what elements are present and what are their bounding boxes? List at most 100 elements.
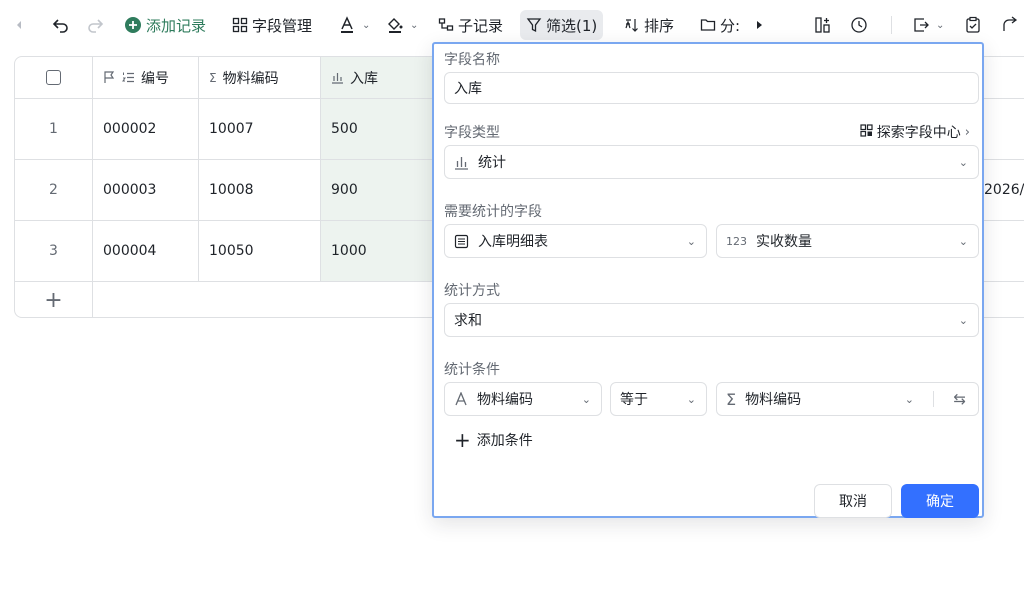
sort-button[interactable]: 排序 <box>624 10 674 40</box>
sub-record-button[interactable]: 子记录 <box>438 10 503 40</box>
flag-icon <box>103 71 116 84</box>
fill-color-button[interactable]: ⌄ <box>386 10 418 40</box>
chevron-down-icon: ⌄ <box>686 392 696 406</box>
chevron-down-icon: ⌄ <box>958 313 968 327</box>
swap-divider <box>933 391 934 407</box>
field-type-select[interactable]: 统计 ⌄ <box>444 145 979 179</box>
share-icon[interactable] <box>1000 10 1018 40</box>
folder-icon <box>700 17 716 33</box>
condition-value-value: 物料编码 <box>745 392 802 408</box>
select-all-checkbox[interactable] <box>46 70 61 85</box>
grid-icon <box>232 17 248 33</box>
chevron-down-icon: ⌄ <box>958 234 968 248</box>
clipboard-icon[interactable] <box>964 10 982 40</box>
apps-icon <box>860 123 873 141</box>
stat-method-label: 统计方式 <box>444 283 500 299</box>
row-index: 2 <box>15 160 93 220</box>
table-icon <box>454 234 469 249</box>
cell-inbound[interactable]: 900 <box>321 160 433 220</box>
export-button[interactable]: ⌄ <box>912 10 944 40</box>
layout-icon[interactable] <box>814 10 832 40</box>
condition-field-select[interactable]: 物料编码 ⌄ <box>444 382 602 416</box>
header-inbound-label: 入库 <box>350 70 378 87</box>
field-name-input[interactable]: 入库 <box>444 72 979 104</box>
paint-bucket-icon <box>386 16 404 34</box>
header-material-code[interactable]: Σ 物料编码 <box>199 57 321 98</box>
header-inbound[interactable]: 入库 <box>321 57 433 98</box>
row-index: 3 <box>15 221 93 281</box>
condition-operator-value: 等于 <box>620 392 648 408</box>
field-settings-panel: 字段名称 入库 字段类型 探索字段中心 › 统计 ⌄ 需要统计的字段 入库明细表… <box>432 42 984 518</box>
sigma-icon: Σ <box>209 70 217 85</box>
cell-inbound[interactable]: 1000 <box>321 221 433 281</box>
filter-icon <box>526 17 542 33</box>
sub-record-label: 子记录 <box>458 16 504 35</box>
hierarchy-icon <box>438 17 454 33</box>
filter-label: 筛选(1) <box>546 16 598 35</box>
stat-field-select[interactable]: 123 实收数量 ⌄ <box>716 224 979 258</box>
filter-button[interactable]: 筛选(1) <box>520 10 604 40</box>
explore-field-center-label: 探索字段中心 <box>876 125 961 141</box>
condition-operator-select[interactable]: 等于 ⌄ <box>610 382 707 416</box>
bar-chart-icon <box>331 71 344 84</box>
export-icon <box>912 16 930 34</box>
more-arrow-icon[interactable] <box>754 10 764 40</box>
history-icon[interactable] <box>850 10 868 40</box>
add-record-button[interactable]: 添加记录 <box>124 10 206 40</box>
cell-number[interactable]: 000002 <box>93 99 199 159</box>
explore-field-center-link[interactable]: 探索字段中心 › <box>860 122 970 142</box>
numbered-list-icon <box>122 71 135 84</box>
stat-condition-label: 统计条件 <box>444 362 500 378</box>
cancel-button[interactable]: 取消 <box>814 484 892 518</box>
select-all-cell[interactable] <box>15 57 93 98</box>
condition-field-value: 物料编码 <box>477 392 533 408</box>
cell-number[interactable]: 000003 <box>93 160 199 220</box>
date-cell-partial: 2026/( <box>984 182 1024 198</box>
field-name-label: 字段名称 <box>444 52 500 68</box>
collapse-left-icon[interactable] <box>14 10 24 40</box>
chevron-down-icon: ⌄ <box>904 392 914 406</box>
undo-icon[interactable] <box>52 10 70 40</box>
stat-field-label: 需要统计的字段 <box>444 204 542 220</box>
confirm-button[interactable]: 确定 <box>901 484 979 518</box>
group-button[interactable]: 分: <box>700 10 740 40</box>
field-type-label: 字段类型 <box>444 125 500 141</box>
cell-number[interactable]: 000004 <box>93 221 199 281</box>
stat-method-select[interactable]: 求和 ⌄ <box>444 303 979 337</box>
text-color-icon <box>338 16 356 34</box>
chevron-down-icon: ⌄ <box>686 234 696 248</box>
chevron-down-icon: ⌄ <box>410 19 419 31</box>
chevron-down-icon: ⌄ <box>958 155 968 169</box>
plus-icon: + <box>454 428 471 452</box>
add-condition-label: 添加条件 <box>476 433 533 449</box>
plus-circle-icon <box>124 16 142 34</box>
field-manage-label: 字段管理 <box>252 16 313 35</box>
chevron-right-icon: › <box>964 124 970 140</box>
header-material-code-label: 物料编码 <box>222 70 279 87</box>
condition-value-select[interactable]: Σ 物料编码 ⌄ ⇆ <box>716 382 979 416</box>
swap-icon[interactable]: ⇆ <box>953 390 966 408</box>
stat-table-value: 入库明细表 <box>478 234 548 250</box>
chevron-down-icon: ⌄ <box>936 19 945 31</box>
redo-icon[interactable] <box>86 10 104 40</box>
sigma-icon: Σ <box>726 389 737 409</box>
toolbar-divider <box>891 16 892 34</box>
bar-chart-icon <box>454 155 469 170</box>
cell-inbound[interactable]: 500 <box>321 99 433 159</box>
cell-material-code[interactable]: 10007 <box>199 99 321 159</box>
sort-label: 排序 <box>644 16 675 35</box>
cell-material-code[interactable]: 10008 <box>199 160 321 220</box>
header-number[interactable]: 编号 <box>93 57 199 98</box>
add-record-label: 添加记录 <box>146 16 207 35</box>
stat-field-value: 实收数量 <box>756 234 812 250</box>
text-field-icon <box>454 392 468 406</box>
add-condition-button[interactable]: + 添加条件 <box>454 430 533 450</box>
chevron-down-icon: ⌄ <box>362 19 371 31</box>
cell-material-code[interactable]: 10050 <box>199 221 321 281</box>
text-color-button[interactable]: ⌄ <box>338 10 370 40</box>
add-row-button[interactable]: + <box>15 282 93 317</box>
row-index: 1 <box>15 99 93 159</box>
stat-method-value: 求和 <box>454 313 482 329</box>
field-manage-button[interactable]: 字段管理 <box>232 10 312 40</box>
stat-table-select[interactable]: 入库明细表 ⌄ <box>444 224 707 258</box>
